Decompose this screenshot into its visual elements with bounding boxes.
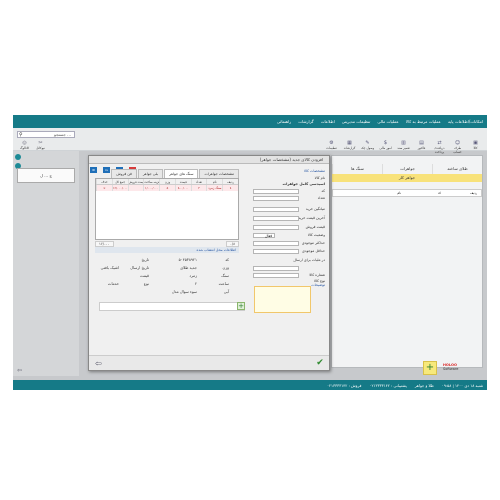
dialog-title: افزودن کالای جدید (مشخصات جواهر) — [259, 157, 323, 162]
inner-tabs: مشخصات جواهرات سنگ های جواهر بلی جواهر ف… — [95, 169, 239, 178]
menu-item-finance[interactable]: عملیات مالی — [377, 119, 398, 124]
toolbar-account-button[interactable]: ☺ طرف حساب — [450, 140, 465, 154]
tab-stones[interactable]: سنگ ها — [332, 164, 382, 174]
table-row[interactable]: 1 سنگ زمرد ۲ ۸۰۰/۰۰۰ ۵ ۱/۰۰۰/۰۰۰ ۱۶/۰۰۰/… — [95, 185, 238, 191]
background-jewelry-panel: طلای ساخته جواهرات سنگ ها جواهر کار ردیف… — [331, 155, 483, 368]
tab-jewel-specs[interactable]: مشخصات جواهرات — [199, 169, 239, 178]
ordering-field[interactable] — [253, 266, 299, 271]
side-circle-icon-1[interactable] — [15, 154, 21, 160]
sale-price-field[interactable] — [253, 225, 299, 230]
code-field[interactable] — [253, 189, 299, 194]
tab-sales[interactable]: فن فروش — [111, 169, 137, 178]
status-support: پشتیبانی : ۰۲۱۳۳۳۳۱۴۲ — [369, 382, 407, 388]
dialog-left-column: مشخصات جواهرات سنگ های جواهر بلی جواهر ف… — [89, 165, 239, 345]
search-box[interactable]: ⚲ جستجو ... — [17, 131, 75, 138]
newcatalog-button[interactable]: ✂ نیوکاتل — [33, 140, 48, 151]
status-bar: شنبه ۱۸ دی ۱۴۰۰ | ۰۹:۵۸ طلا و جواهر پشتی… — [13, 380, 487, 390]
tab-jewel-bill[interactable]: بلی جواهر — [137, 169, 164, 178]
toolbar: ⚲ جستجو ... ◎ کاتالوگ ✂ نیوکاتل ▣ کالا ☺ طرف… — [13, 128, 487, 154]
tab-jewel-stones[interactable]: سنگ های جواهر — [164, 169, 199, 178]
tab-made-gold[interactable]: طلای ساخته — [432, 164, 482, 174]
toolbar-settings-button[interactable]: ⚙ تنظیمات — [324, 140, 339, 151]
search-input[interactable]: جستجو ... — [54, 132, 71, 138]
item-number-field[interactable] — [253, 273, 299, 278]
brand-logo: HOLOO Software — [443, 363, 459, 371]
status-select[interactable]: فعال — [253, 233, 275, 238]
tab-jewelry[interactable]: جواهرات — [382, 164, 432, 174]
max-stock-field[interactable] — [253, 241, 299, 246]
accordion-panel[interactable]: ج ... ل — [17, 168, 75, 183]
description-textarea[interactable] — [254, 286, 311, 313]
stones-table: ردیف نام تعداد قیمت وزن هزینه ساخت قیمت … — [95, 178, 239, 240]
menu-item-settings[interactable]: تنظیمات مدیریتی — [342, 119, 371, 124]
left-panel — [13, 151, 79, 376]
menu-item-info[interactable]: اطلاعات — [321, 119, 335, 124]
dialog-footer: ⇦ ✔ — [89, 355, 329, 370]
menu-item-base[interactable]: امکانات/اطلاعات پایه — [448, 119, 483, 124]
app-window: امکانات/اطلاعات پایه عملیات مرتبط به کال… — [13, 115, 487, 390]
new-item-dialog: ID ru EN × افزودن کالای جدید (مشخصات جوا… — [88, 155, 330, 371]
toolbar-reports-button[interactable]: ▦ گزارشات — [342, 140, 357, 151]
last-buy-field[interactable] — [253, 216, 299, 221]
menu-item-reports[interactable]: گزارشات — [298, 119, 314, 124]
dialog-titlebar: ID ru EN × افزودن کالای جدید (مشخصات جوا… — [89, 156, 329, 173]
min-stock-field[interactable] — [253, 249, 299, 254]
add-seller-button[interactable]: + — [237, 302, 245, 310]
avg-buy-field[interactable] — [253, 207, 299, 212]
status-sales: فروش : ۰۲۱۳۳۳۳۱۴۲ — [326, 382, 362, 388]
status-company: طلا و جواهر — [414, 382, 434, 388]
main-menu-bar: امکانات/اطلاعات پایه عملیات مرتبط به کال… — [13, 115, 487, 128]
catalog-button[interactable]: ◎ کاتالوگ — [17, 140, 32, 151]
seller-input-box[interactable] — [99, 302, 245, 311]
background-tabs: طلای ساخته جواهرات سنگ ها — [332, 164, 482, 174]
status-datetime: شنبه ۱۸ دی ۱۴۰۰ | ۰۹:۵۸ — [441, 382, 483, 388]
toolbar-goods-button[interactable]: ▣ کالا — [468, 140, 483, 151]
quantity-field[interactable] — [253, 196, 299, 201]
confirm-check-icon[interactable]: ✔ — [315, 358, 325, 368]
toolbar-doc-button[interactable]: ▥ تعمیر سند — [396, 140, 411, 151]
toolbar-invoice-button[interactable]: ▤ فاکتور — [414, 140, 429, 151]
background-table-header: ردیف کد نام — [332, 189, 482, 197]
main-add-button[interactable]: + — [423, 361, 437, 375]
exit-icon[interactable]: ⇦ — [95, 359, 104, 368]
toolbar-cheque-button[interactable]: ✎ وصول چک — [360, 140, 375, 151]
search-icon: ⚲ — [19, 132, 23, 138]
menu-item-goods[interactable]: عملیات مرتبط به کالا — [406, 119, 441, 124]
seller-section-header: اطلاعات محل انتشاب شده — [95, 247, 239, 253]
dialog-right-column: مشخصات کالا نام کالا اسیدسی کامل جواهرات… — [249, 165, 329, 345]
menu-item-help[interactable]: راهنمائی — [277, 119, 291, 124]
logout-icon[interactable]: ⇦ — [17, 367, 25, 375]
gold-category-bar[interactable]: جواهر کار — [332, 174, 482, 182]
delete-row-icon[interactable]: × — [95, 185, 112, 191]
toolbar-right-group: ▣ کالا ☺ طرف حساب ⇄ دریافت/پرداخت ▤ فاکتور ▥… — [324, 140, 483, 154]
toolbar-finance-button[interactable]: $ امور مالی — [378, 140, 393, 151]
toolbar-payment-button[interactable]: ⇄ دریافت/پرداخت — [432, 140, 447, 154]
